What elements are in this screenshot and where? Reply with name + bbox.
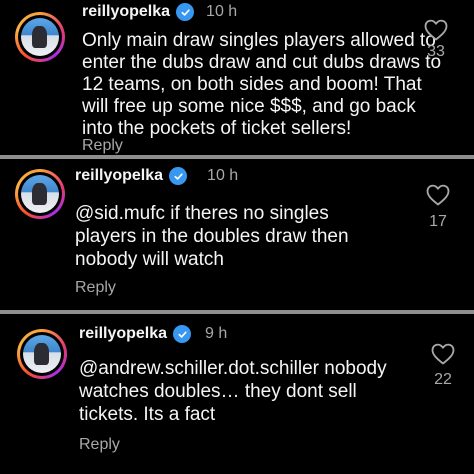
username[interactable]: reillyopelka: [75, 167, 163, 185]
comment-text-line: watches doubles… they dont sell: [79, 381, 357, 402]
heart-outline-icon[interactable]: [424, 19, 448, 41]
comment-header: reillyopelka 9 h: [79, 325, 227, 343]
comment-text-line: 12 teams, on both sides and boom! That: [82, 74, 422, 95]
comment-text-line: Only main draw singles players allowed t…: [82, 30, 436, 51]
timestamp: 9 h: [205, 325, 228, 342]
comment-card: reillyopelka 10 h Only main draw singles…: [0, 0, 474, 155]
verified-badge-icon: [173, 325, 192, 343]
like-count: 22: [434, 371, 452, 388]
comment-header: reillyopelka 10 h: [75, 167, 238, 185]
comment-text-line: nobody will watch: [75, 249, 224, 270]
verified-badge-icon: [169, 167, 188, 185]
comment-card: reillyopelka 9 h @andrew.schiller.dot.sc…: [0, 314, 474, 474]
comment-card: reillyopelka 10 h @sid.mufc if theres no…: [0, 159, 474, 310]
reply-button[interactable]: Reply: [75, 279, 116, 297]
timestamp: 10 h: [206, 3, 238, 20]
avatar[interactable]: [15, 12, 65, 62]
heart-outline-icon[interactable]: [426, 184, 450, 206]
avatar[interactable]: [17, 329, 67, 379]
comment-text-line: will free up some nice $$$, and go back: [82, 96, 416, 117]
comment-text-line: into the pockets of ticket sellers!: [82, 118, 352, 139]
username[interactable]: reillyopelka: [82, 3, 170, 21]
username[interactable]: reillyopelka: [79, 325, 167, 343]
like-count: 17: [429, 213, 447, 230]
comment-text-line: @sid.mufc if theres no singles: [75, 203, 329, 224]
reply-button[interactable]: Reply: [82, 137, 123, 155]
comment-header: reillyopelka 10 h: [82, 3, 237, 21]
heart-outline-icon[interactable]: [431, 343, 455, 365]
like-count: 33: [427, 43, 445, 60]
comment-text: Only main draw singles players allowed t…: [82, 30, 441, 140]
comment-text-line: @andrew.schiller.dot.schiller nobody: [79, 358, 387, 379]
comment-text: @sid.mufc if theres no singles players i…: [75, 202, 349, 271]
comment-text: @andrew.schiller.dot.schiller nobody wat…: [79, 357, 387, 426]
verified-badge-icon: [176, 3, 195, 21]
comment-text-line: enter the dubs draw and cut dubs draws t…: [82, 52, 442, 73]
timestamp: 10 h: [207, 167, 239, 184]
reply-button[interactable]: Reply: [79, 436, 120, 454]
avatar[interactable]: [15, 169, 65, 219]
comment-text-line: tickets. Its a fact: [79, 404, 216, 425]
comment-text-line: players in the doubles draw then: [75, 226, 349, 247]
